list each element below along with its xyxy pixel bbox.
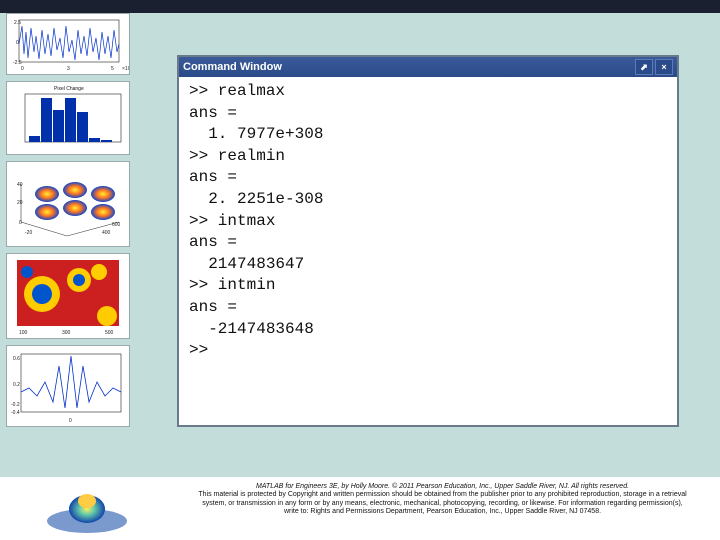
svg-text:-20: -20	[25, 230, 32, 236]
svg-text:0: 0	[69, 418, 72, 424]
svg-text:500: 500	[105, 330, 114, 336]
cmd-line: ans =	[189, 168, 237, 186]
cmd-line: -2147483648	[189, 320, 314, 338]
svg-text:-0.4: -0.4	[11, 410, 20, 416]
svg-text:0: 0	[19, 220, 22, 226]
svg-text:3: 3	[67, 66, 70, 72]
thumb2-title-text: Pixel Change	[54, 86, 84, 92]
cmd-line: >> intmax	[189, 212, 275, 230]
svg-text:400: 400	[102, 230, 111, 236]
thumbnail-column: 2.5 0 -2.5 0 3 5 ×10⁴ Pixel Change	[6, 13, 136, 477]
close-button[interactable]: ×	[655, 59, 673, 75]
cmd-line: 2. 2251e-308	[189, 190, 323, 208]
cmd-line: >> realmin	[189, 147, 285, 165]
command-window-title: Command Window	[183, 61, 633, 73]
thumb-surface-3d: 40 20 0 -20 400 600	[6, 161, 130, 247]
svg-text:0.2: 0.2	[13, 382, 20, 388]
cmd-line: ans =	[189, 233, 237, 251]
command-window-titlebar[interactable]: Command Window ⬈ ×	[179, 57, 677, 77]
footer-logo-surface	[40, 479, 135, 537]
thumb-fractal-image: 100 300 500	[6, 253, 130, 339]
cmd-line: ans =	[189, 298, 237, 316]
svg-text:40: 40	[17, 182, 23, 188]
cmd-line: 2147483647	[189, 255, 304, 273]
svg-text:300: 300	[62, 330, 71, 336]
command-window-body[interactable]: >> realmax ans = 1. 7977e+308 >> realmin…	[179, 77, 677, 425]
svg-text:0: 0	[16, 40, 19, 46]
footer-line4: write to: Rights and Permissions Departm…	[284, 508, 601, 515]
svg-text:600: 600	[112, 222, 121, 228]
footer-book-title: MATLAB for Engineers 3E, by Holly Moore.…	[256, 483, 629, 490]
svg-text:20: 20	[17, 200, 23, 206]
footer-line3: system, or transmission in any form or b…	[202, 500, 682, 507]
dock-button[interactable]: ⬈	[635, 59, 653, 75]
cmd-line: 1. 7977e+308	[189, 125, 323, 143]
footer-copyright: MATLAB for Engineers 3E, by Holly Moore.…	[170, 483, 715, 517]
svg-text:0: 0	[21, 66, 24, 72]
cmd-line: >> realmax	[189, 82, 285, 100]
thumb-signal-plot: 2.5 0 -2.5 0 3 5 ×10⁴	[6, 13, 130, 75]
footer: MATLAB for Engineers 3E, by Holly Moore.…	[0, 477, 720, 540]
svg-text:×10⁴: ×10⁴	[122, 66, 129, 72]
footer-line2: This material is protected by Copyright …	[198, 491, 686, 498]
thumb-sinc-plot: 0.6 0.2 -0.2 -0.4 0	[6, 345, 130, 427]
thumb-bar-chart: Pixel Change	[6, 81, 130, 155]
title-dark-strip	[0, 0, 720, 13]
svg-text:-0.2: -0.2	[11, 402, 20, 408]
cmd-line: >> intmin	[189, 276, 275, 294]
cmd-line: >>	[189, 341, 208, 359]
slide-area: 2.5 0 -2.5 0 3 5 ×10⁴ Pixel Change	[0, 13, 720, 477]
svg-text:5: 5	[111, 66, 114, 72]
cmd-line: ans =	[189, 104, 237, 122]
svg-text:2.5: 2.5	[14, 20, 21, 26]
svg-text:100: 100	[19, 330, 28, 336]
svg-text:0.6: 0.6	[13, 356, 20, 362]
command-window: Command Window ⬈ × >> realmax ans = 1. 7…	[177, 55, 679, 427]
